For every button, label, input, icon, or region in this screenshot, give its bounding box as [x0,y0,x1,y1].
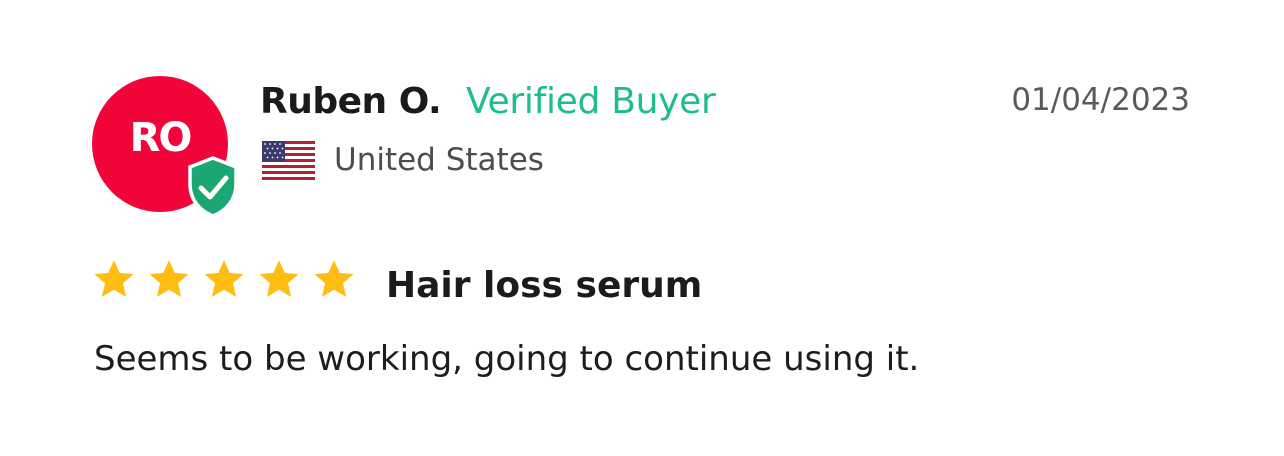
country-label: United States [334,142,544,178]
review-body: Seems to be working, going to continue u… [94,339,920,379]
star-rating [92,258,356,302]
star-icon [149,260,189,297]
author-name: Ruben O. [260,81,442,122]
verified-shield-icon [188,156,238,218]
shield-shape [188,156,238,218]
star-icon [314,260,354,297]
star-icon [259,260,299,297]
star-icon [94,260,134,297]
verified-buyer-label: Verified Buyer [466,81,716,122]
review-title: Hair loss serum [386,265,703,306]
star-icon [204,260,244,297]
us-flag-icon [262,141,315,180]
avatar-initials: RO [129,115,193,161]
review-date: 01/04/2023 [1011,82,1190,118]
